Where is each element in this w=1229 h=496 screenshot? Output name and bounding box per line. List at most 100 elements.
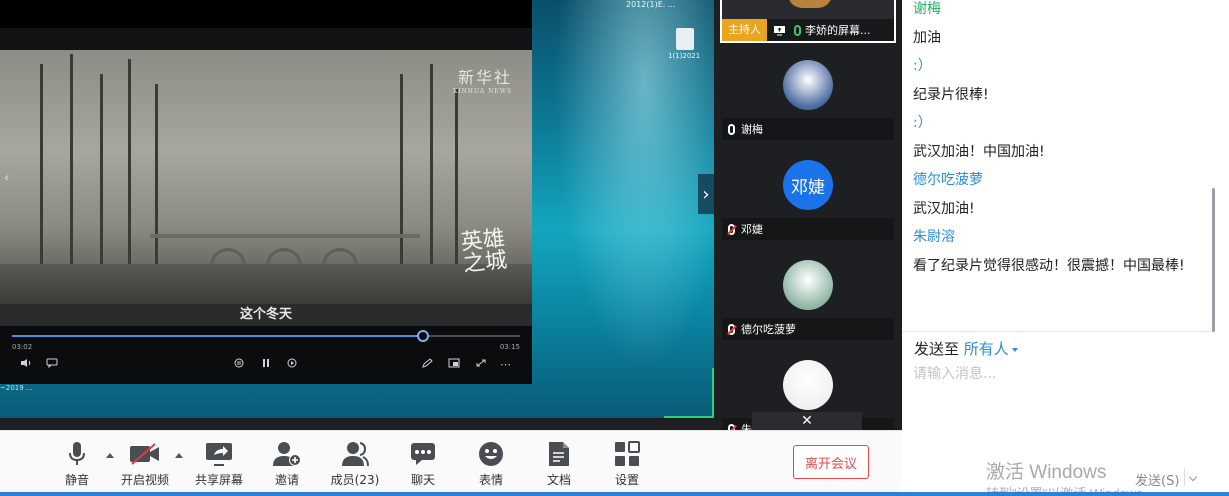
members-button[interactable]: 成员(23) [330, 441, 380, 488]
video-subtitle: 这个冬天 [0, 304, 532, 326]
share-screen-button[interactable]: 共享屏幕 [194, 441, 244, 488]
more-icon[interactable]: ⋯ [500, 358, 511, 371]
document-icon [548, 441, 570, 467]
invite-button[interactable]: 邀请 [270, 441, 304, 488]
xinhua-logo: 新华社 XINHUA NEWS [453, 64, 512, 95]
participant-name: 邓婕 [741, 223, 763, 236]
danmaku-icon[interactable] [46, 358, 58, 371]
caret-down-icon[interactable] [1011, 347, 1018, 352]
chat-message-text: 加油 [913, 29, 941, 46]
host-name-bar: 主持人 李娇的屏幕... [722, 19, 894, 41]
invite-icon [273, 441, 301, 467]
chat-scrollbar[interactable] [1212, 188, 1215, 332]
mute-options-chevron-icon[interactable] [106, 453, 114, 458]
avatar: 邓婕 [783, 160, 833, 210]
prev-icon[interactable] [233, 358, 245, 371]
tree-shape [70, 54, 73, 264]
meeting-window: 2012(1)E. ... 1(1)2021 › ~2019 ... 新华社 X… [0, 0, 1229, 496]
start-video-button[interactable]: 开启视频 [120, 441, 170, 488]
send-separator [1184, 468, 1185, 486]
members-icon [341, 441, 369, 467]
participant-name: 德尔吃菠萝 [741, 323, 796, 336]
progress-knob[interactable] [417, 330, 430, 342]
document-label: 文档 [546, 473, 571, 487]
chat-icon [410, 441, 436, 467]
members-label: 成员(23) [330, 473, 380, 487]
pause-icon[interactable] [261, 358, 271, 371]
share-screen-icon [205, 441, 233, 467]
tree-shape [40, 64, 43, 264]
settings-button[interactable]: 设置 [610, 441, 644, 488]
mic-muted-icon [728, 223, 735, 235]
leave-meeting-button[interactable]: 离开会议 [793, 445, 869, 479]
host-tile[interactable]: 主持人 李娇的屏幕... [720, 0, 896, 43]
avatar [783, 360, 833, 410]
invite-label: 邀请 [274, 473, 299, 487]
document-button[interactable]: 文档 [542, 441, 576, 488]
mic-muted-icon [728, 323, 735, 335]
participant-tile[interactable]: 谢梅 [720, 52, 896, 148]
chevron-left-icon[interactable]: ‹ [4, 170, 10, 186]
video-options-chevron-icon[interactable] [175, 453, 183, 458]
send-options-chevron-icon[interactable] [1188, 472, 1198, 482]
player-titlebar [0, 0, 532, 28]
desktop-footer-text: ~2019 ... [0, 384, 33, 392]
participant-tile[interactable]: 邓婕 邓婕 [720, 152, 896, 248]
volume-icon[interactable] [20, 358, 32, 371]
emoji-icon [478, 441, 504, 467]
tree-shape [100, 74, 103, 264]
send-to-label: 发送至 [914, 340, 960, 358]
windows-activation-watermark: 激活 Windows [986, 462, 1107, 483]
player-controls: 03:02 03:15 ⋯ [0, 326, 532, 384]
chat-message-text: 看了纪录片觉得很感动！很震撼！中国最棒! [913, 257, 1185, 274]
pen-icon[interactable] [421, 358, 433, 371]
chat-message-list: 谢梅 加油:） 纪录片很棒!:） 武汉加油！中国加油! 德尔吃菠萝 武汉加油! 朱尉溶 看了纪… [902, 0, 1214, 325]
chat-label: 聊天 [410, 473, 435, 487]
shared-screen: 2012(1)E. ... 1(1)2021 › ~2019 ... 新华社 X… [0, 0, 714, 418]
desktop-file-icon [676, 28, 694, 50]
tree-shape [455, 89, 458, 264]
host-avatar [788, 0, 832, 8]
mic-icon [728, 123, 735, 135]
chat-divider [902, 331, 1212, 332]
share-screen-label: 共享屏幕 [194, 473, 243, 487]
chat-message-text: 纪录片很棒! [913, 86, 989, 103]
mic-icon [67, 441, 87, 467]
progress-bar[interactable] [12, 330, 520, 342]
emoji-button[interactable]: 表情 [474, 441, 508, 488]
participant-name-bar: 德尔吃菠萝 [722, 318, 894, 340]
participant-name-bar: 邓婕 [722, 218, 894, 240]
send-to-target[interactable]: 所有人 [964, 340, 1009, 358]
mic-on-icon [794, 24, 801, 36]
pip-icon[interactable] [448, 358, 460, 371]
fullscreen-icon[interactable] [475, 358, 487, 371]
chat-sender: :） [913, 58, 932, 74]
desktop-wallpaper-light [540, 0, 714, 418]
mute-button[interactable]: 静音 [60, 441, 94, 488]
meeting-toolbar: 静音 开启视频 共享屏幕 邀请 成员(23) 聊天 表情 文档 设置 离开会议 [0, 430, 902, 496]
next-icon[interactable] [286, 358, 298, 371]
chat-message-input[interactable] [913, 362, 1203, 386]
participant-name: 谢梅 [741, 123, 763, 136]
camera-off-icon [129, 441, 161, 467]
time-current: 03:02 [12, 343, 33, 351]
share-frame-corner [664, 368, 714, 418]
send-button[interactable]: 发送(S) [1135, 470, 1179, 489]
chat-button[interactable]: 聊天 [406, 441, 440, 488]
participant-tile[interactable]: 德尔吃菠萝 [720, 252, 896, 348]
tree-shape [430, 64, 433, 264]
screen-share-icon [773, 21, 786, 40]
send-to-selector[interactable]: 发送至 所有人 [914, 338, 1018, 359]
chat-sender: :） [913, 115, 932, 131]
chat-message-text: 武汉加油! [913, 200, 975, 217]
tree-shape [128, 59, 131, 264]
chat-message-text: 武汉加油！中国加油! [913, 143, 1045, 160]
close-icon[interactable]: ✕ [752, 412, 862, 430]
mute-label: 静音 [64, 473, 89, 487]
video-frame[interactable]: 新华社 XINHUA NEWS 英雄之城 ‹ [0, 50, 532, 304]
time-total: 03:15 [499, 343, 520, 351]
participant-list: 主持人 李娇的屏幕... 谢梅邓婕邓婕德尔吃菠萝朱尉溶 [718, 0, 900, 440]
window-bottom-border [0, 492, 1229, 496]
expand-right-button[interactable]: › [698, 174, 714, 214]
participant-name-bar: 谢梅 [722, 118, 894, 140]
